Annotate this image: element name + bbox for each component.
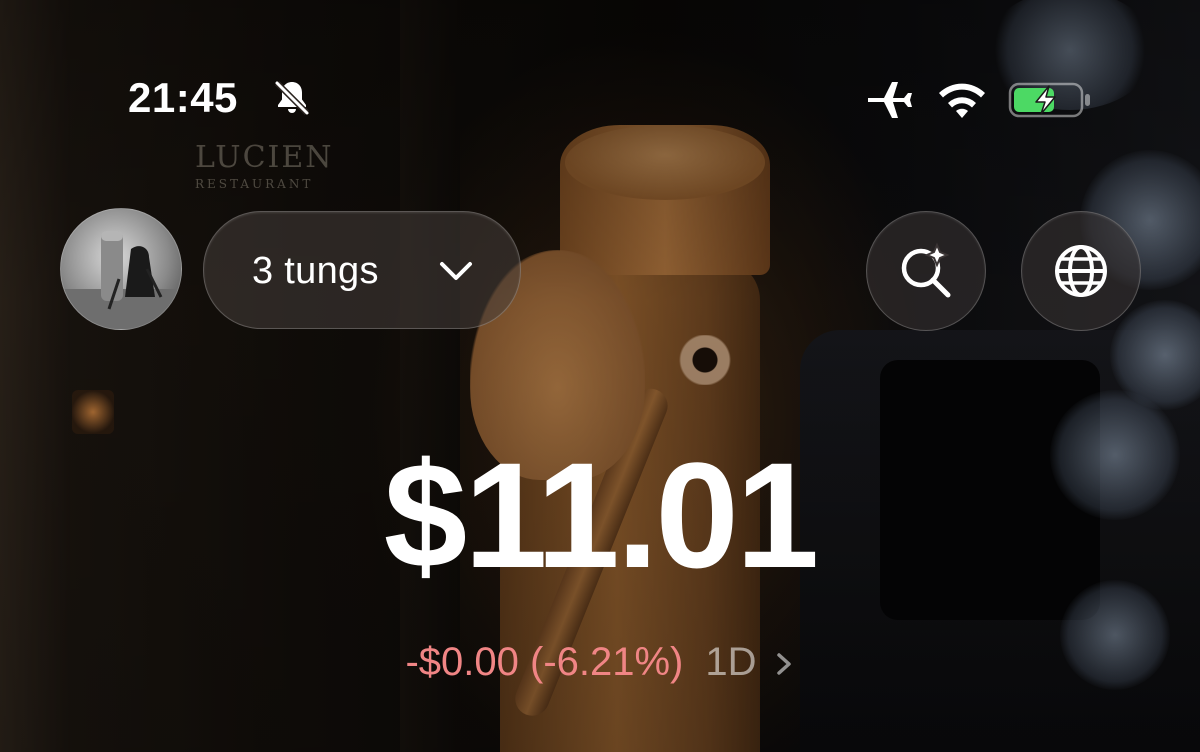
balance-change: -$0.00 (-6.21%) xyxy=(405,640,684,684)
avatar[interactable] xyxy=(60,208,182,330)
globe-icon xyxy=(1055,245,1107,297)
account-label: 3 tungs xyxy=(252,250,379,292)
search-sparkle-icon xyxy=(901,242,951,298)
status-time: 21:45 xyxy=(128,74,238,121)
balance-change-row[interactable]: -$0.00 (-6.21%) 1D xyxy=(0,642,1200,682)
bell-muted-icon xyxy=(274,80,310,116)
globe-button[interactable] xyxy=(1021,211,1141,331)
ai-search-button[interactable] xyxy=(866,211,986,331)
account-selector-button[interactable]: 3 tungs xyxy=(203,211,521,329)
period-label: 1D xyxy=(705,640,757,684)
portfolio-balance: $11.01 xyxy=(383,431,820,599)
chevron-down-icon xyxy=(440,262,472,280)
airplane-icon xyxy=(868,82,912,118)
status-bar: 21:45 xyxy=(0,0,1200,130)
battery-charging-icon xyxy=(1008,82,1090,118)
chevron-right-icon xyxy=(776,653,791,676)
wifi-icon xyxy=(939,83,985,118)
